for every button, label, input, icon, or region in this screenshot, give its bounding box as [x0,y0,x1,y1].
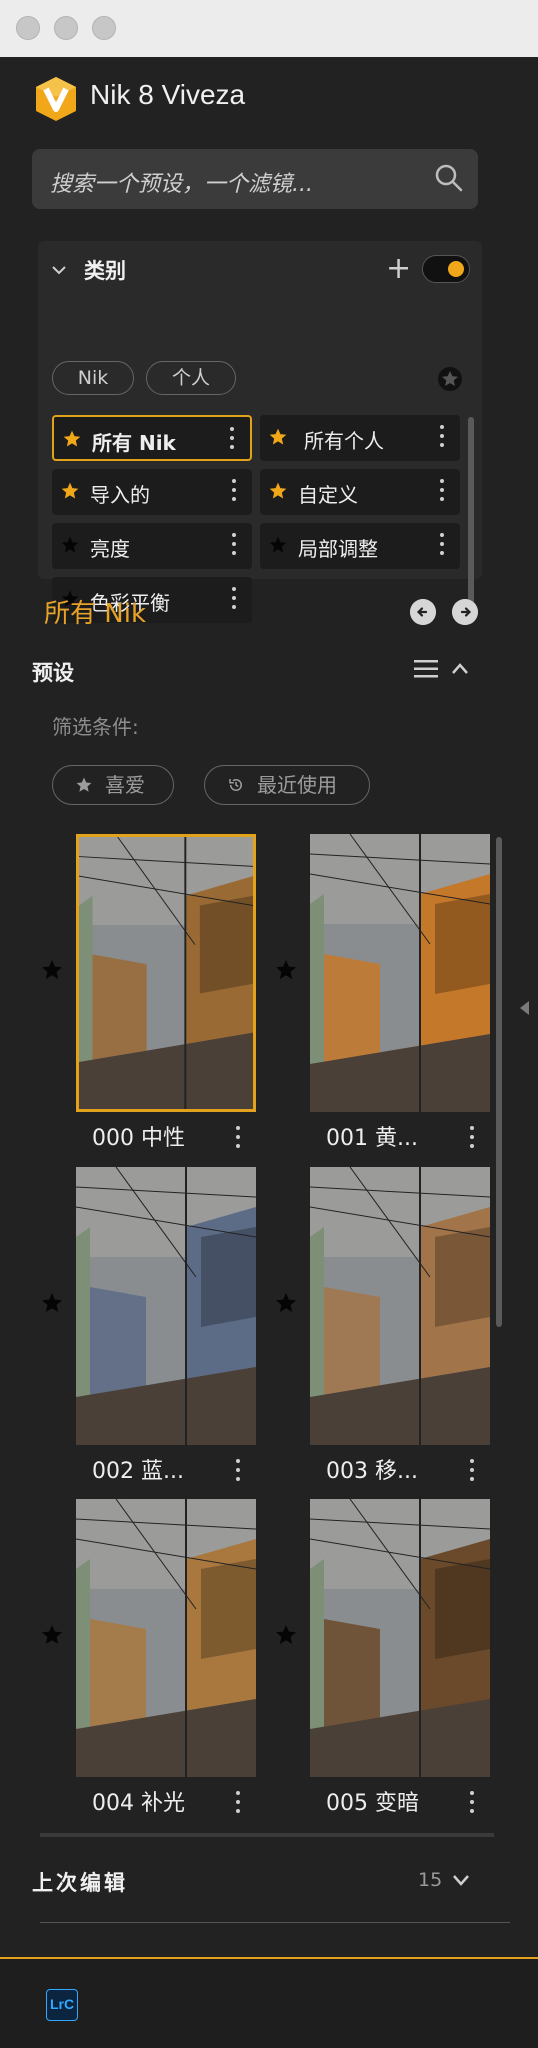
favorite-star-icon[interactable] [274,958,298,982]
star-icon[interactable] [268,427,288,447]
category-label: 导入的 [90,483,150,507]
chevron-up-icon[interactable] [450,659,470,679]
more-options-icon[interactable] [236,1459,240,1485]
preset-label: 001 黄... [326,1126,418,1151]
filter-favorites-button[interactable]: 喜爱 [52,765,174,805]
favorite-star-icon[interactable] [274,1623,298,1647]
category-item-custom[interactable]: 自定义 [260,469,460,515]
preset-label: 005 变暗 [326,1791,419,1816]
preset-thumbnail[interactable] [310,1167,490,1445]
last-edit-label[interactable]: 上次编辑 [32,1867,128,1897]
more-options-icon[interactable] [236,1791,240,1817]
preset-label: 002 蓝... [92,1459,184,1484]
next-row-preview [40,1833,494,1837]
star-icon[interactable] [268,481,288,501]
window-zoom-button[interactable] [92,16,116,40]
category-label: 局部调整 [298,537,378,561]
chip-nik[interactable]: Nik [52,361,134,395]
app-panel: Nik 8 Viveza 搜索一个预设，一个滤镜... 类别 + Nik 个人 … [0,57,538,1957]
star-icon[interactable] [60,481,80,501]
star-icon[interactable] [60,535,80,555]
window-titlebar [0,0,538,58]
category-panel: 类别 + Nik 个人 所有 Nik 所有个人 导入的 自定义 亮度 局部调整 … [38,241,482,623]
next-arrow-icon[interactable] [452,599,478,625]
chevron-down-icon[interactable] [452,1873,470,1887]
search-placeholder: 搜索一个预设，一个滤镜... [50,172,313,197]
more-options-icon[interactable] [232,479,236,505]
more-options-icon[interactable] [236,1126,240,1152]
last-edit-count: 15 [418,1869,443,1891]
category-label: 所有个人 [304,429,384,453]
viveza-logo-icon [36,77,76,121]
more-options-icon[interactable] [470,1126,474,1152]
preset-label: 004 补光 [92,1791,185,1816]
category-label: 所有 Nik [92,431,176,455]
category-item-local-adjust[interactable]: 局部调整 [260,523,460,569]
category-scrollbar[interactable] [468,417,474,613]
search-input[interactable]: 搜索一个预设，一个滤镜... [32,149,478,209]
category-item-brightness[interactable]: 亮度 [52,523,252,569]
section-title: 所有 Nik [44,599,146,629]
preset-thumbnail[interactable] [76,834,256,1112]
previous-arrow-icon[interactable] [410,599,436,625]
footer-bar: LrC [0,1957,538,2048]
panel-expand-arrow-icon[interactable] [520,1001,529,1015]
preset-label: 000 中性 [92,1126,185,1151]
preset-thumbnail[interactable] [310,834,490,1112]
chevron-down-icon[interactable] [50,261,68,279]
toggle-knob [448,261,464,277]
history-icon [229,779,242,791]
more-options-icon[interactable] [440,533,444,559]
divider [40,1922,510,1923]
category-item-all-personal[interactable]: 所有个人 [260,415,460,461]
more-options-icon[interactable] [440,425,444,451]
favorite-star-icon[interactable] [40,958,64,982]
more-options-icon[interactable] [232,533,236,559]
filter-recent-button[interactable]: 最近使用 [204,765,370,805]
add-category-icon[interactable]: + [386,254,411,284]
lightroom-classic-icon[interactable]: LrC [46,1989,78,2021]
preset-thumbnail[interactable] [310,1499,490,1777]
category-title: 类别 [84,259,126,283]
favorites-filter-icon[interactable] [438,367,462,391]
favorite-star-icon[interactable] [274,1291,298,1315]
window-close-button[interactable] [16,16,40,40]
more-options-icon[interactable] [230,427,234,453]
star-icon[interactable] [268,535,288,555]
preset-thumbnail[interactable] [76,1499,256,1777]
star-icon[interactable] [62,429,82,449]
more-options-icon[interactable] [232,587,236,613]
window-minimize-button[interactable] [54,16,78,40]
category-toggle[interactable] [422,255,470,283]
category-item-imported[interactable]: 导入的 [52,469,252,515]
favorite-star-icon[interactable] [40,1291,64,1315]
favorite-star-icon[interactable] [40,1623,64,1647]
more-options-icon[interactable] [470,1459,474,1485]
app-title: Nik 8 Viveza [90,79,246,110]
preset-scrollbar[interactable] [496,837,502,1327]
category-label: 自定义 [298,483,358,507]
preset-label: 003 移... [326,1459,418,1484]
star-icon [76,777,92,792]
chip-personal[interactable]: 个人 [146,361,236,395]
more-options-icon[interactable] [470,1791,474,1817]
search-icon[interactable] [434,163,464,193]
more-options-icon[interactable] [440,479,444,505]
category-item-all-nik[interactable]: 所有 Nik [52,415,252,461]
filter-favorites-label: 喜爱 [105,773,145,797]
presets-label: 预设 [32,661,74,685]
filter-label: 筛选条件: [52,715,139,739]
category-label: 亮度 [90,537,130,561]
list-view-icon[interactable] [414,659,438,679]
filter-recent-label: 最近使用 [257,773,337,797]
preset-thumbnail[interactable] [76,1167,256,1445]
